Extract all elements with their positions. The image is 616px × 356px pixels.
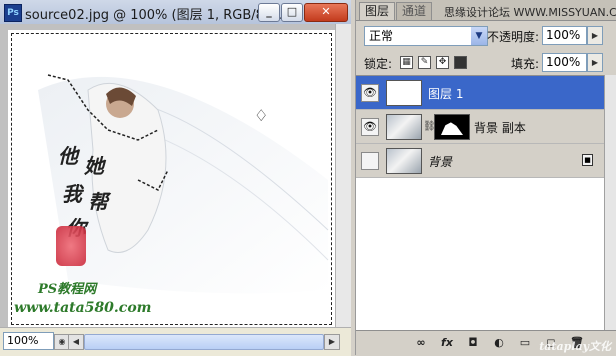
fx-icon[interactable]: fx: [440, 336, 454, 350]
layer-row[interactable]: 👁 ⛓ 背景 副本: [356, 110, 605, 144]
calligraphy-char: 我: [62, 182, 82, 206]
layers-panel: 图层 通道 思缘设计论坛 WWW.MISSYUAN.COM 正常 ▼ 不透明度:…: [355, 0, 616, 356]
lock-transparency-icon[interactable]: ▦: [400, 56, 413, 69]
lock-position-icon[interactable]: ✥: [436, 56, 449, 69]
lock-icon: ■: [582, 154, 593, 166]
layer-thumbnail: [386, 114, 422, 140]
blend-mode-value: 正常: [369, 29, 394, 43]
layer-name: 背景: [428, 155, 453, 169]
fill-field[interactable]: 100%: [542, 53, 587, 72]
panel-tabs: 图层 通道 思缘设计论坛 WWW.MISSYUAN.COM: [356, 0, 616, 21]
layer-mask-thumbnail[interactable]: [434, 114, 470, 140]
opacity-field[interactable]: 100%: [542, 26, 587, 45]
new-group-icon[interactable]: ▭: [518, 336, 532, 350]
opacity-label: 不透明度:: [487, 30, 540, 44]
vertical-scrollbar[interactable]: [335, 24, 351, 327]
layer-name: 图层 1: [428, 87, 464, 101]
canvas-area[interactable]: 他 她 我 帮 你 PS教程网 www.tata580.com ♢: [0, 24, 351, 328]
lock-label: 锁定:: [364, 57, 393, 71]
minimize-button[interactable]: _: [258, 3, 280, 22]
paint-bucket-cursor-icon: ♢: [254, 106, 269, 125]
layers-list: 👁 图层 1 👁 ⛓ 背景 副本 背景 ■: [356, 75, 605, 331]
site-watermark: tataplay文化: [539, 340, 611, 353]
document-window: Ps source02.jpg @ 100% (图层 1, RGB/8#... …: [0, 0, 351, 356]
tab-channels[interactable]: 通道: [396, 2, 433, 20]
watermark-url: www.tata580.com: [14, 300, 152, 316]
chevron-down-icon[interactable]: ▼: [471, 27, 487, 45]
tab-layers[interactable]: 图层: [359, 2, 396, 20]
layer-row[interactable]: 👁 图层 1: [356, 76, 605, 110]
layers-bottom-toolbar: ∞ fx ◘ ◐ ▭ ◻ 🗑 tataplay文化: [356, 330, 616, 356]
fill-label: 填充:: [511, 57, 540, 71]
layer-row[interactable]: 背景 ■: [356, 144, 605, 178]
blend-mode-select[interactable]: 正常 ▼: [364, 26, 488, 46]
close-button[interactable]: ✕: [304, 3, 348, 22]
lock-all-icon[interactable]: [454, 56, 467, 69]
eye-icon[interactable]: 👁: [361, 84, 379, 102]
maximize-button[interactable]: □: [281, 3, 303, 22]
fill-slider-icon[interactable]: ▶: [587, 53, 603, 72]
adjustment-layer-icon[interactable]: ◐: [492, 336, 506, 350]
layer-name: 背景 副本: [474, 121, 526, 135]
watermark-cn: PS教程网: [38, 282, 97, 297]
opacity-slider-icon[interactable]: ▶: [587, 26, 603, 45]
eye-icon-hidden[interactable]: [361, 152, 379, 170]
scroll-left-icon[interactable]: ◀: [68, 334, 84, 350]
photoshop-icon: Ps: [4, 4, 22, 22]
layers-scrollbar[interactable]: [604, 75, 616, 330]
scroll-right-icon[interactable]: ▶: [324, 334, 340, 350]
zoom-field[interactable]: 100%: [3, 332, 54, 350]
forum-watermark: 思缘设计论坛 WWW.MISSYUAN.COM: [444, 6, 616, 19]
calligraphy-char: 他: [58, 144, 78, 168]
layer-thumbnail: [386, 148, 422, 174]
eye-icon[interactable]: 👁: [361, 118, 379, 136]
lock-pixels-icon[interactable]: ✎: [418, 56, 431, 69]
add-mask-icon[interactable]: ◘: [466, 336, 480, 350]
layer-thumbnail: [386, 80, 422, 106]
status-bar: 100% ◉ ◀ ▶: [0, 327, 351, 356]
calligraphy-char: 帮: [88, 190, 108, 214]
calligraphy-char: 她: [84, 154, 104, 178]
horizontal-scrollbar[interactable]: [84, 334, 324, 350]
red-seal-stamp: [56, 226, 86, 266]
document-title: source02.jpg @ 100% (图层 1, RGB/8#...: [25, 8, 288, 23]
link-layers-icon[interactable]: ∞: [414, 336, 428, 350]
document-title-bar[interactable]: Ps source02.jpg @ 100% (图层 1, RGB/8#... …: [0, 0, 351, 25]
image-canvas[interactable]: 他 她 我 帮 你 PS教程网 www.tata580.com ♢: [8, 30, 335, 328]
